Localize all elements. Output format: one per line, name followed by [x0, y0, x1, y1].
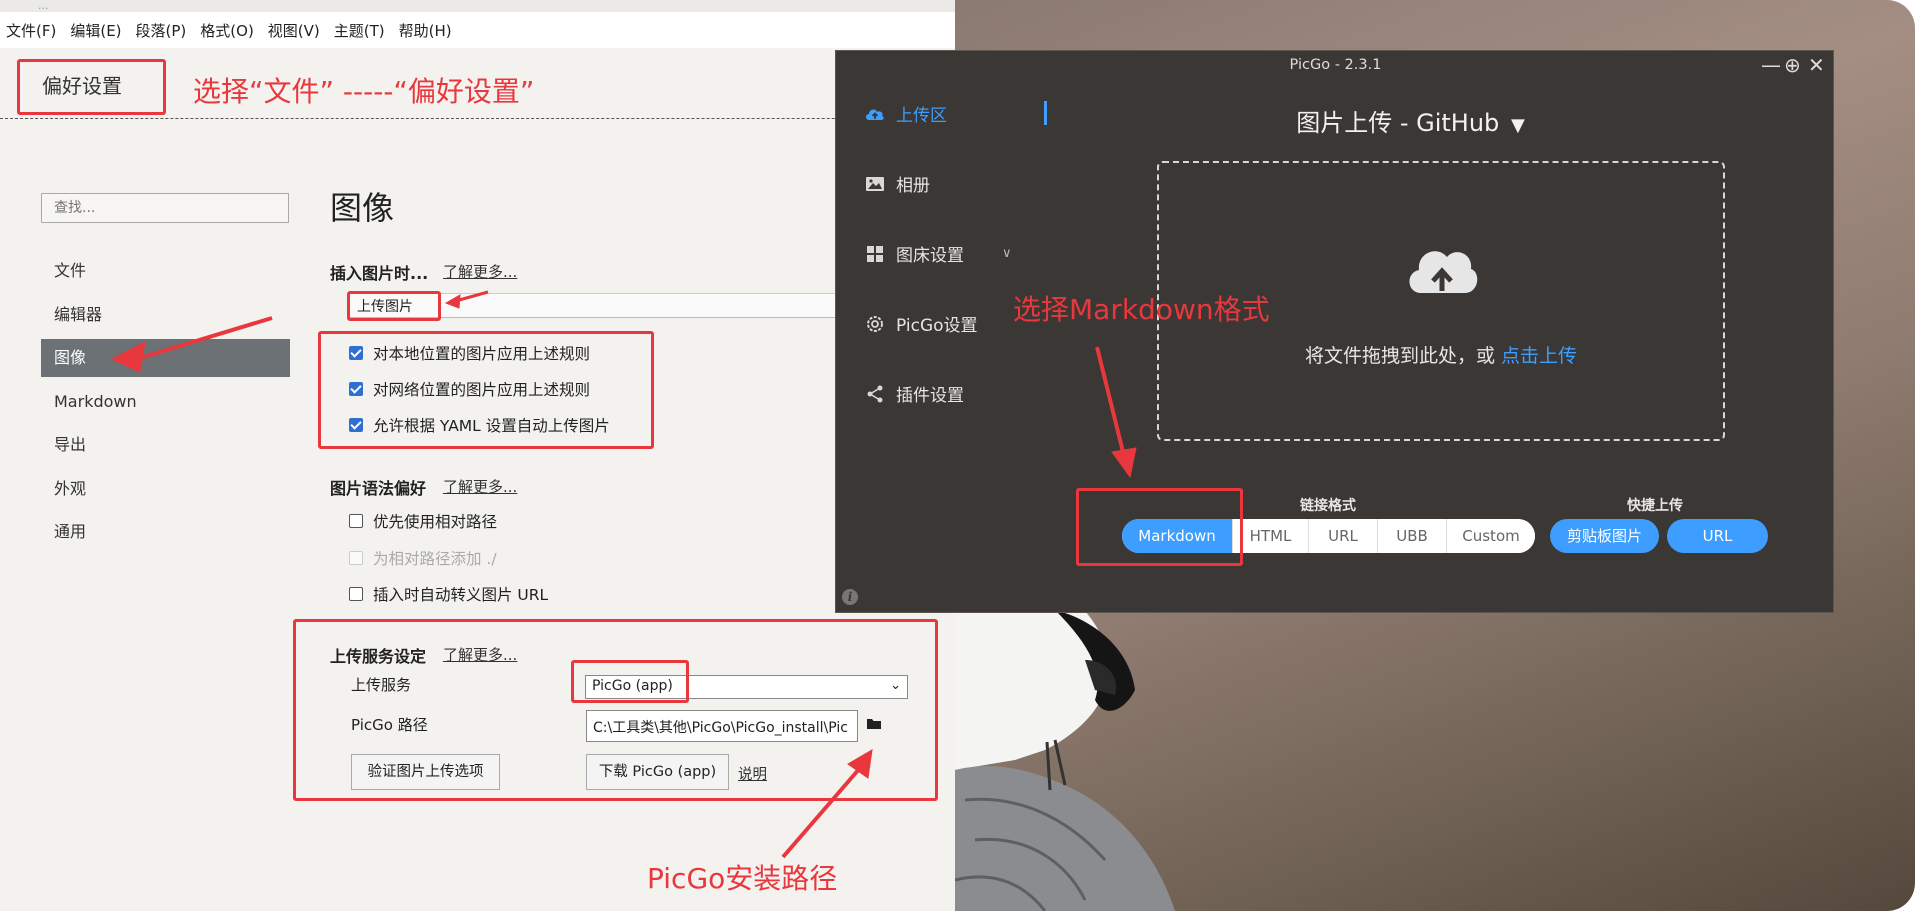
chevron-down-icon: ∨ — [1002, 246, 1012, 261]
annotation-box-checks — [318, 331, 654, 449]
image-icon — [866, 176, 884, 191]
picgo-window: PicGo - 2.3.1 — ⊕ ✕ 上传区 相册 图床设置 ∨ PicGo设… — [835, 50, 1834, 613]
nav-item-markdown[interactable]: Markdown — [41, 383, 290, 421]
nav-item-appearance[interactable]: 外观 — [41, 470, 290, 508]
annotation-box-insert — [347, 291, 441, 321]
check-relative-path[interactable]: 优先使用相对路径 — [349, 510, 497, 532]
quick-upload-label: 快捷上传 — [1627, 498, 1683, 514]
minimize-icon[interactable]: — — [1761, 53, 1781, 77]
format-url-button[interactable]: URL — [1308, 519, 1377, 553]
gear-icon — [867, 315, 883, 332]
maximize-icon[interactable]: ⊕ — [1784, 53, 1801, 77]
menu-file[interactable]: 文件(F) — [0, 20, 63, 41]
format-custom-button[interactable]: Custom — [1446, 519, 1535, 553]
close-icon[interactable]: ✕ — [1808, 53, 1825, 77]
info-icon[interactable]: i — [842, 589, 858, 605]
link-format-label: 链接格式 — [1300, 498, 1356, 514]
checkbox — [349, 551, 363, 565]
menu-view[interactable]: 视图(V) — [261, 20, 327, 41]
nav-item-export[interactable]: 导出 — [41, 426, 290, 464]
menu-paragraph[interactable]: 段落(P) — [129, 20, 194, 41]
annotation-box-preferences — [17, 59, 166, 115]
insert-image-heading: 插入图片时... — [330, 264, 429, 283]
checkbox-label: 优先使用相对路径 — [373, 513, 498, 531]
annotation-step2: 选择Markdown格式 — [1013, 293, 1270, 326]
picgo-nav-album[interactable]: 相册 — [864, 171, 930, 196]
annotation-box-upload-service — [293, 619, 938, 801]
nav-label: 插件设置 — [896, 386, 964, 406]
syntax-heading: 图片语法偏好 — [330, 479, 427, 498]
annotation-box-picgo-app — [571, 660, 689, 703]
preferences-search-input[interactable] — [41, 193, 289, 223]
check-dot-slash: 为相对路径添加 ./ — [349, 547, 497, 569]
checkbox[interactable] — [349, 587, 363, 601]
nav-item-editor[interactable]: 编辑器 — [41, 296, 290, 334]
dropzone-text: 将文件拖拽到此处，或 点击上传 — [1159, 341, 1723, 368]
upload-title-text: 图片上传 - GitHub — [1296, 109, 1500, 137]
check-escape-url[interactable]: 插入时自动转义图片 URL — [349, 583, 548, 605]
checkbox-label: 为相对路径添加 ./ — [373, 550, 497, 568]
nav-item-general[interactable]: 通用 — [41, 513, 290, 551]
menu-format[interactable]: 格式(O) — [193, 20, 261, 41]
picgo-nav-bed-settings[interactable]: 图床设置 ∨ — [864, 241, 1012, 266]
drop-hint: 将文件拖拽到此处，或 — [1304, 345, 1502, 367]
cloud-upload-icon — [1409, 251, 1478, 293]
nav-label: 相册 — [896, 176, 930, 196]
nav-label: 图床设置 — [896, 246, 964, 266]
picgo-title: PicGo - 2.3.1 — [1289, 57, 1382, 73]
annotation-box-markdown — [1076, 488, 1243, 566]
grid-icon — [867, 245, 883, 262]
menu-edit[interactable]: 编辑(E) — [63, 20, 128, 41]
nav-item-image[interactable]: 图像 — [41, 339, 290, 377]
annotation-step3: PicGo安装路径 — [647, 862, 838, 895]
format-html-button[interactable]: HTML — [1232, 519, 1308, 553]
click-upload-link[interactable]: 点击上传 — [1501, 345, 1577, 367]
learn-more-link[interactable]: 了解更多... — [443, 261, 517, 282]
share-icon — [867, 385, 883, 402]
picgo-nav-plugins[interactable]: 插件设置 — [864, 381, 964, 406]
menu-help[interactable]: 帮助(H) — [392, 20, 459, 41]
learn-more-link[interactable]: 了解更多... — [443, 476, 517, 497]
window-titlebar: ... — [0, 0, 955, 12]
menu-bar: 文件(F) 编辑(E) 段落(P) 格式(O) 视图(V) 主题(T) 帮助(H… — [0, 12, 955, 48]
wallpaper-bird-image — [955, 600, 1175, 911]
annotation-step1: 选择“文件” -----“偏好设置” — [193, 75, 535, 108]
nav-item-file[interactable]: 文件 — [41, 252, 290, 290]
caret-down-icon: ▼ — [1510, 115, 1525, 136]
menu-theme[interactable]: 主题(T) — [327, 20, 392, 41]
section-title: 图像 — [330, 189, 395, 227]
format-ubb-button[interactable]: UBB — [1377, 519, 1446, 553]
nav-label: PicGo设置 — [896, 316, 978, 336]
url-upload-button[interactable]: URL — [1667, 519, 1768, 553]
clipboard-upload-button[interactable]: 剪贴板图片 — [1550, 519, 1659, 553]
checkbox-label: 插入时自动转义图片 URL — [373, 586, 549, 604]
picgo-nav-settings[interactable]: PicGo设置 — [864, 311, 978, 336]
upload-title[interactable]: 图片上传 - GitHub ▼ — [836, 103, 1835, 138]
checkbox[interactable] — [349, 514, 363, 528]
